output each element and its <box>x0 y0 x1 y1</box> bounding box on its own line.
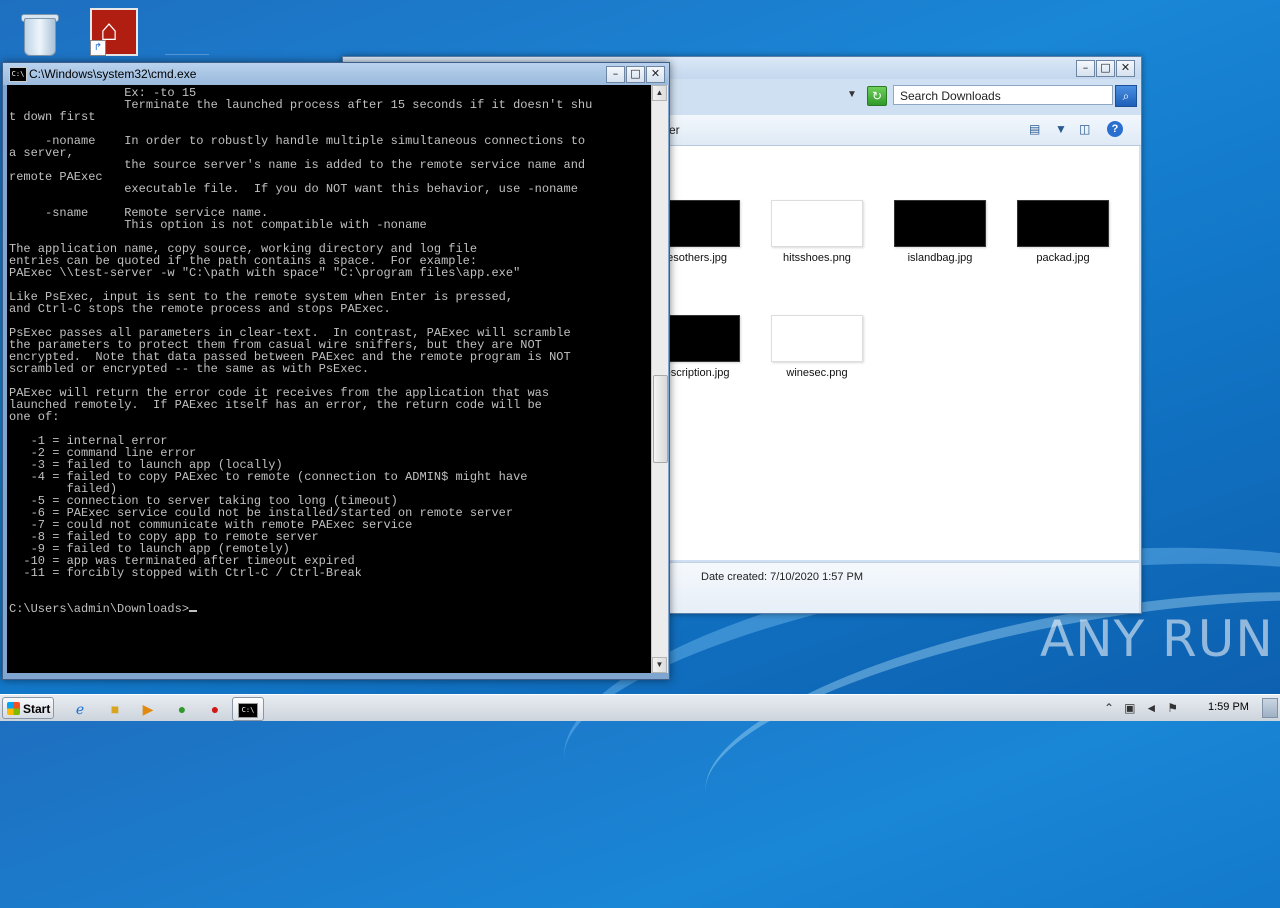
change-view-icon[interactable]: ▤ <box>1029 122 1040 136</box>
clock[interactable]: 1:59 PM <box>1208 701 1249 713</box>
start-button[interactable]: Start <box>2 697 54 719</box>
scroll-down-icon[interactable]: ▼ <box>652 657 667 673</box>
folder-icon[interactable]: ■ <box>99 697 131 721</box>
file-item[interactable]: packad.jpg <box>1008 200 1118 264</box>
command-prompt: C:\Users\admin\Downloads> <box>9 602 190 616</box>
network-icon[interactable]: ▣ <box>1124 701 1135 715</box>
maximize-button[interactable]: □ <box>626 66 645 83</box>
file-name: hitsshoes.png <box>783 252 851 264</box>
taskbar-cmd-button[interactable]: C:\ <box>232 697 264 721</box>
chrome-icon[interactable]: ● <box>166 697 198 721</box>
command-bar-item[interactable]: er <box>669 123 680 137</box>
minimize-button[interactable]: – <box>606 66 625 83</box>
file-thumbnail <box>771 200 863 247</box>
taskbar: Start ℯ ■ ▶ ● ● C:\ ⌃ ▣ ◄ ⚑ 1:59 PM <box>0 694 1280 721</box>
cmd-icon: C:\ <box>238 702 258 718</box>
date-created-text: Date created: 7/10/2020 1:57 PM <box>701 571 864 583</box>
text-cursor <box>189 610 198 612</box>
system-tray: ⌃ ▣ ◄ ⚑ <box>1104 695 1178 721</box>
opera-icon[interactable]: ● <box>199 697 231 721</box>
search-icon[interactable]: ⌕ <box>1115 85 1137 107</box>
cmd-icon: C:\ <box>9 67 27 82</box>
volume-icon[interactable]: ◄ <box>1145 701 1157 715</box>
file-item[interactable]: winesec.png <box>762 315 872 379</box>
help-icon[interactable]: ? <box>1107 121 1123 137</box>
bin-body <box>24 18 56 56</box>
window-title: C:\Windows\system32\cmd.exe <box>29 67 197 81</box>
windows-logo-icon <box>7 702 20 715</box>
file-item[interactable]: hitsshoes.png <box>762 200 872 264</box>
file-name: packad.jpg <box>1036 252 1090 264</box>
close-button[interactable]: ✕ <box>646 66 665 83</box>
recycle-bin-icon[interactable] <box>16 8 64 56</box>
cmd-window[interactable]: C:\ C:\Windows\system32\cmd.exe – □ ✕ Ex… <box>2 62 670 680</box>
file-name: winesec.png <box>786 367 848 379</box>
address-dropdown-icon[interactable]: ▼ <box>847 89 857 100</box>
cmd-window-controls: – □ ✕ <box>606 66 665 83</box>
chevron-up-icon[interactable]: ⌃ <box>1104 701 1114 715</box>
desktop-icon-blank[interactable] <box>165 30 209 55</box>
start-label: Start <box>23 702 51 716</box>
vertical-scrollbar[interactable]: ▲ ▼ <box>651 85 668 673</box>
scroll-up-icon[interactable]: ▲ <box>652 85 667 101</box>
console-text: Ex: -to 15 Terminate the launched proces… <box>9 86 593 580</box>
cmd-titlebar[interactable]: C:\ C:\Windows\system32\cmd.exe – □ ✕ <box>3 63 669 85</box>
file-thumbnail <box>771 315 863 362</box>
minimize-button[interactable]: – <box>1076 60 1095 77</box>
close-button[interactable]: ✕ <box>1116 60 1135 77</box>
file-name: islandbag.jpg <box>907 252 973 264</box>
preview-pane-icon[interactable]: ◫ <box>1079 122 1090 136</box>
anyrun-watermark: ANY RUN <box>1040 610 1274 668</box>
media-player-icon[interactable]: ▶ <box>132 697 164 721</box>
file-thumbnail <box>894 200 986 247</box>
explorer-window-controls: – □ ✕ <box>1076 60 1135 77</box>
ie-icon[interactable]: ℯ <box>64 697 96 721</box>
details-pane: Date created: 7/10/2020 1:57 PM <box>669 562 1139 613</box>
file-thumbnail <box>1017 200 1109 247</box>
view-options-dropdown-icon[interactable]: ▼ <box>1055 122 1067 136</box>
file-list: desothers.jpg hitsshoes.png islandbag.jp… <box>648 146 1139 560</box>
refresh-icon[interactable]: ↻ <box>867 86 887 106</box>
console-output-area[interactable]: Ex: -to 15 Terminate the launched proces… <box>7 85 651 673</box>
show-desktop-button[interactable] <box>1262 698 1278 718</box>
shortcut-arrow-icon: ↱ <box>90 40 106 56</box>
search-input[interactable]: Search Downloads <box>893 85 1113 105</box>
flag-icon[interactable]: ⚑ <box>1167 701 1178 715</box>
file-item[interactable]: islandbag.jpg <box>885 200 995 264</box>
acrobat-reader-icon[interactable]: ⌂ ↱ <box>90 8 138 56</box>
scrollbar-thumb[interactable] <box>653 375 668 463</box>
maximize-button[interactable]: □ <box>1096 60 1115 77</box>
